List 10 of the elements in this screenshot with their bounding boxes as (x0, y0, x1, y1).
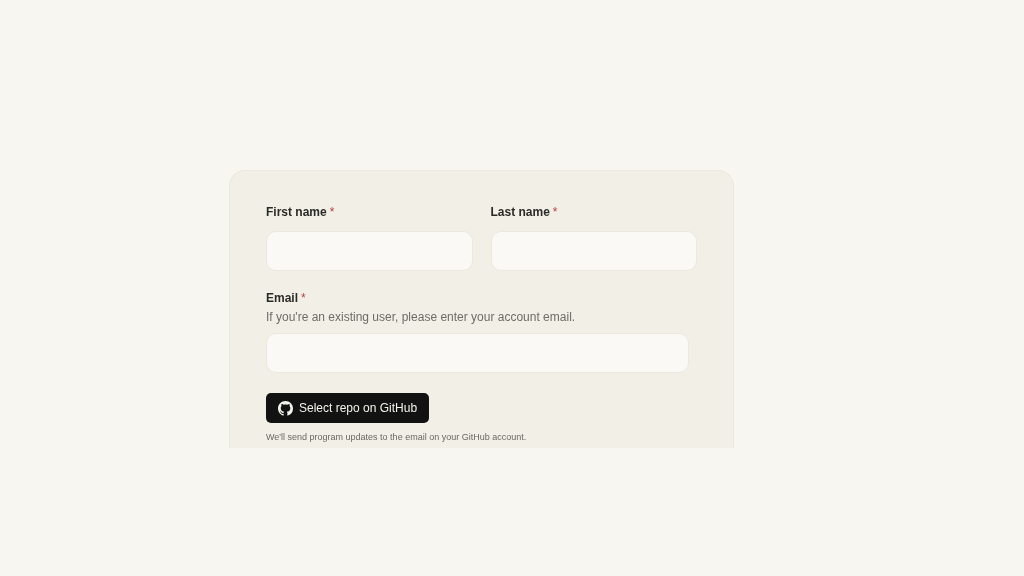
field-label: Last name (490, 205, 550, 221)
field-label: First name (266, 205, 327, 221)
github-icon (278, 400, 293, 416)
required-asterisk: * (552, 205, 558, 221)
required-asterisk: * (329, 205, 335, 221)
required-asterisk: * (301, 291, 306, 307)
github-button[interactable]: Select repo on GitHub (266, 393, 430, 423)
field-label: Email (266, 291, 298, 307)
note-text: We'll send program updates to the email on your GitHub account. (266, 432, 528, 442)
field-hint: If you're an existing user, please enter your account email. (266, 310, 577, 324)
